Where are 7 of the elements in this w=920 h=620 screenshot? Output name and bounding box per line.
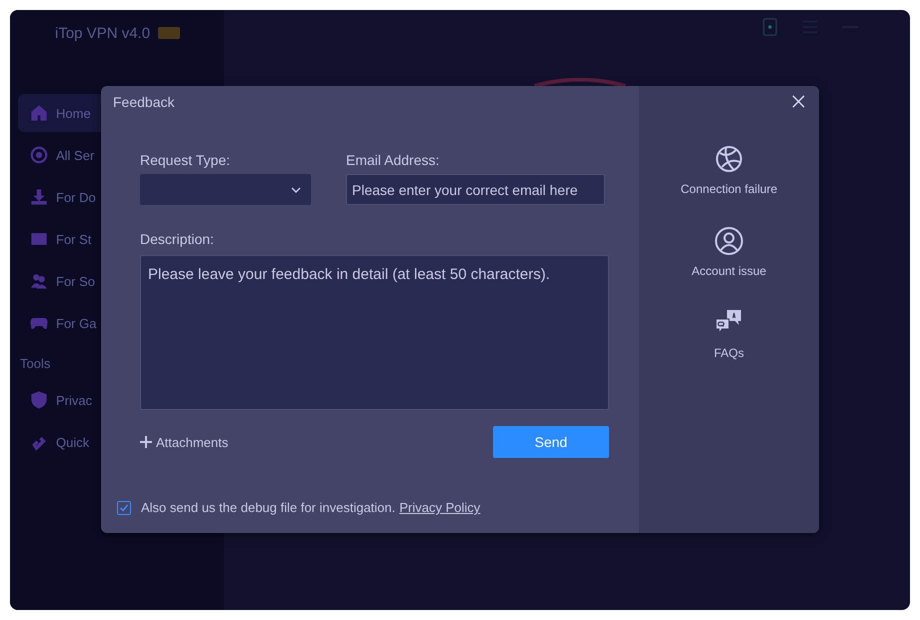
section-heading: Tools [20, 356, 52, 371]
debug-option-text: Also send us the debug file for investigation. [141, 500, 396, 515]
field-label: Email Address: [346, 152, 440, 168]
app-title: iTop VPN v4.0 [55, 24, 150, 42]
field-label: Request Type: [140, 152, 232, 168]
field-label: Description: [140, 231, 215, 247]
dialog-title: Feedback [113, 94, 176, 110]
